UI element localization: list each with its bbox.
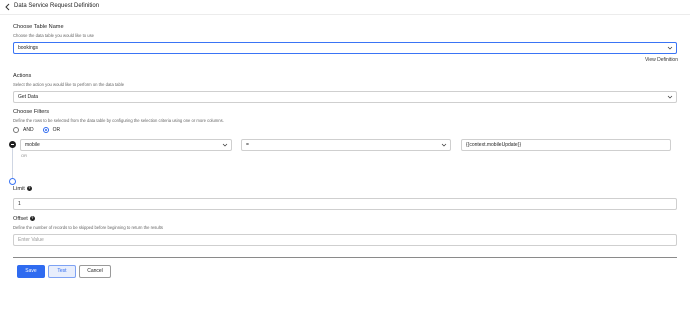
- chevron-down-icon: [441, 143, 447, 147]
- info-icon[interactable]: ?: [26, 186, 32, 192]
- footer-divider: [13, 257, 677, 258]
- filter-operator-value: =: [246, 142, 249, 148]
- offset-description: Define the number of records to be skipp…: [13, 225, 163, 230]
- table-name-value: bookings: [18, 45, 39, 51]
- filter-column-value: mobile: [25, 142, 40, 148]
- add-filter-icon[interactable]: [9, 178, 16, 185]
- info-icon[interactable]: ?: [29, 216, 35, 222]
- limit-label: Limit?: [13, 186, 32, 192]
- radio-and[interactable]: AND: [13, 126, 34, 133]
- radio-or-label: OR: [52, 126, 61, 133]
- filters-description: Define the rows to be selected from the …: [13, 118, 224, 123]
- filter-value-text: {{context.mobileUpdate}}: [466, 142, 522, 148]
- view-definition-link[interactable]: View Definition: [645, 57, 678, 63]
- table-name-select[interactable]: bookings: [13, 42, 677, 54]
- actions-label: Actions: [13, 73, 32, 79]
- test-button[interactable]: Test: [48, 265, 76, 278]
- offset-input[interactable]: Enter Value: [13, 234, 677, 246]
- filter-tree-line: [12, 143, 13, 181]
- limit-value: 1: [18, 201, 21, 207]
- filter-operator-select[interactable]: =: [241, 139, 451, 151]
- filter-column-select[interactable]: mobile: [20, 139, 232, 151]
- radio-or-circle[interactable]: [42, 126, 49, 133]
- filter-logic-radio-group: AND OR: [13, 125, 69, 134]
- chevron-down-icon: [222, 143, 228, 147]
- actions-description: Select the action you would like to perf…: [13, 82, 125, 87]
- page-title: Data Service Request Definition: [14, 3, 100, 9]
- actions-select[interactable]: Get Data: [13, 91, 677, 103]
- radio-and-label: AND: [23, 126, 34, 133]
- radio-or[interactable]: OR: [42, 126, 61, 133]
- offset-label: Offset?: [13, 216, 35, 222]
- back-arrow-icon[interactable]: [3, 2, 13, 12]
- offset-label-text: Offset: [13, 216, 28, 222]
- filter-or-connector: OR: [21, 153, 27, 158]
- cancel-button[interactable]: Cancel: [79, 265, 111, 278]
- page-header: Data Service Request Definition: [0, 0, 690, 15]
- chevron-down-icon: [667, 46, 673, 50]
- chevron-down-icon: [667, 95, 673, 99]
- radio-and-circle[interactable]: [13, 126, 19, 133]
- filters-label: Choose Filters: [13, 109, 50, 115]
- save-button[interactable]: Save: [17, 265, 45, 278]
- limit-label-text: Limit: [13, 186, 25, 192]
- table-name-label: Choose Table Name: [13, 24, 64, 30]
- limit-input[interactable]: 1: [13, 198, 677, 210]
- offset-placeholder: Enter Value: [18, 237, 44, 243]
- filter-value-input[interactable]: {{context.mobileUpdate}}: [461, 139, 671, 151]
- table-name-description: Choose the data table you would like to …: [13, 33, 95, 38]
- actions-value: Get Data: [18, 94, 39, 100]
- remove-filter-icon[interactable]: [9, 141, 16, 148]
